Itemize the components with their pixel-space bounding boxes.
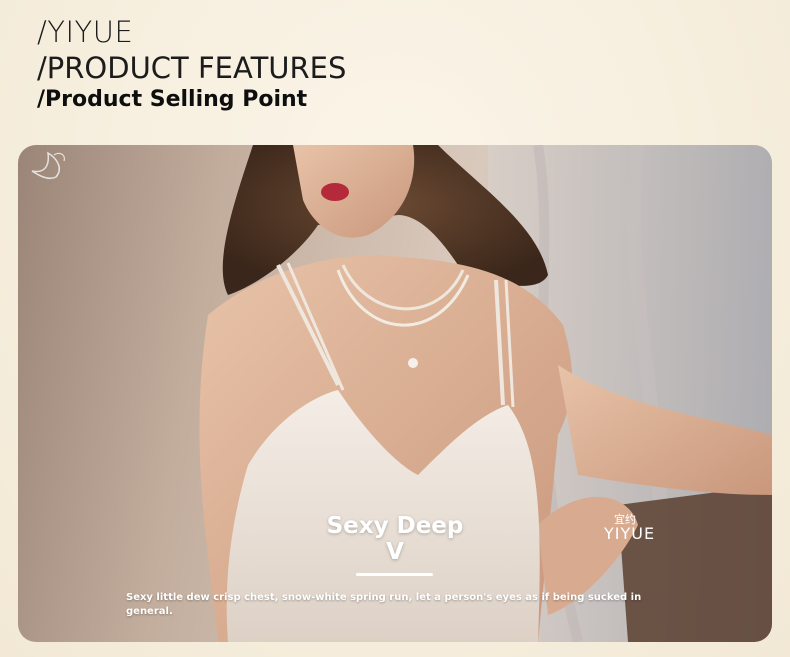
brand-watermark-logo-icon (31, 151, 65, 180)
product-feature-page: /YIYUE /PRODUCT FEATURES /Product Sellin… (0, 0, 790, 657)
watermark-brand-en: YIYUE (604, 524, 656, 543)
brand-heading: /YIYUE (37, 15, 134, 49)
feature-divider (356, 573, 433, 576)
product-features-heading: /PRODUCT FEATURES (37, 51, 347, 85)
feature-title: Sexy Deep V (326, 513, 464, 565)
model-photo-illustration (199, 145, 772, 642)
product-photo: Sexy Deep V Sexy little dew crisp chest,… (18, 145, 772, 642)
feature-description: Sexy little dew crisp chest, snow-white … (126, 592, 642, 617)
selling-point-heading: /Product Selling Point (37, 87, 308, 112)
